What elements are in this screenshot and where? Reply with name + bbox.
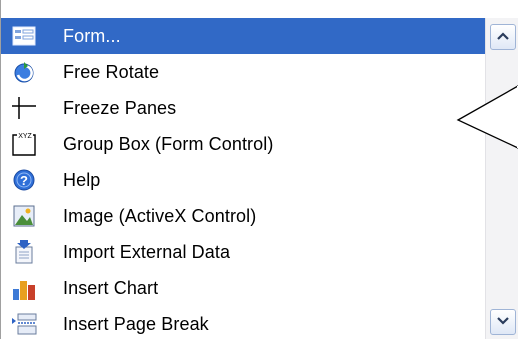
list-item-freeze-panes[interactable]: Freeze Panes — [1, 90, 489, 126]
list-item-insert-page-break[interactable]: Insert Page Break — [1, 306, 489, 342]
list-item-label: Free Rotate — [63, 61, 160, 82]
command-list[interactable]: Form... Free Rotate Freeze Panes XYZ Gro… — [1, 18, 489, 342]
help-icon: ? — [11, 167, 37, 193]
freeze-panes-icon — [11, 95, 37, 121]
chevron-up-icon — [496, 28, 510, 46]
list-item-image[interactable]: Image (ActiveX Control) — [1, 198, 489, 234]
list-top-edge — [1, 0, 518, 18]
list-item-label: Insert Chart — [63, 277, 159, 298]
list-item-form[interactable]: Form... — [1, 18, 489, 54]
list-item-label: Help — [63, 169, 101, 190]
list-item-label: Freeze Panes — [63, 97, 177, 118]
scroll-up-button[interactable] — [490, 24, 516, 50]
svg-text:?: ? — [20, 173, 28, 188]
chevron-down-icon — [496, 313, 510, 331]
list-item-label: Image (ActiveX Control) — [63, 205, 257, 226]
vertical-scrollbar[interactable] — [485, 18, 518, 339]
page-break-icon — [11, 311, 37, 337]
list-item-label: Insert Page Break — [63, 313, 209, 334]
form-icon — [11, 23, 37, 49]
command-listbox[interactable]: Form... Free Rotate Freeze Panes XYZ Gro… — [0, 0, 518, 339]
list-item-label: Import External Data — [63, 241, 231, 262]
group-box-icon-text: XYZ — [18, 133, 32, 140]
group-box-icon: XYZ — [11, 131, 37, 157]
list-item-label: Form... — [63, 25, 121, 46]
list-item-help[interactable]: ? Help — [1, 162, 489, 198]
rotate-icon — [11, 59, 37, 85]
list-item-label: Group Box (Form Control) — [63, 133, 274, 154]
list-item-free-rotate[interactable]: Free Rotate — [1, 54, 489, 90]
list-item-insert-chart[interactable]: Insert Chart — [1, 270, 489, 306]
import-data-icon — [11, 239, 37, 265]
chart-icon — [11, 275, 37, 301]
list-item-group-box[interactable]: XYZ Group Box (Form Control) — [1, 126, 489, 162]
scroll-down-button[interactable] — [490, 309, 516, 335]
image-icon — [11, 203, 37, 229]
list-item-import-external-data[interactable]: Import External Data — [1, 234, 489, 270]
